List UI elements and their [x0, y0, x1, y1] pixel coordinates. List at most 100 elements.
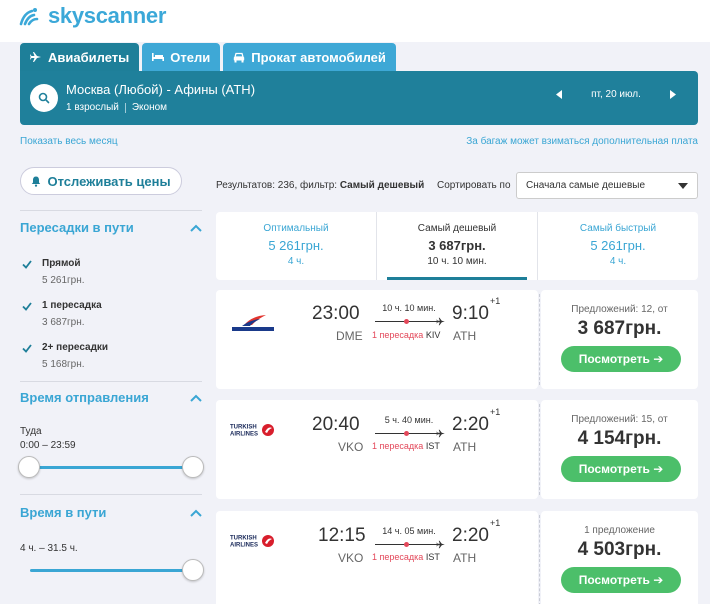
- stops-filter-title: Пересадки в пути: [20, 220, 134, 235]
- departure-time-filter-title: Время отправления: [20, 390, 149, 405]
- tab-flights[interactable]: Авиабилеты: [20, 43, 140, 71]
- previous-date-button[interactable]: [550, 85, 568, 103]
- price-panel: 1 предложение 4 503грн. Посмотреть ➔: [541, 511, 698, 604]
- duration-filter-header[interactable]: Время в пути: [20, 505, 202, 520]
- sort-select[interactable]: Сначала самые дешевые: [516, 172, 698, 199]
- turkish-airlines-logo-icon: TURKISH AIRLINES: [230, 535, 274, 549]
- view-deal-label: Посмотреть: [578, 462, 650, 476]
- departure-slider-track[interactable]: [30, 466, 194, 469]
- flight-result-card[interactable]: TURKISH AIRLINES 20:40 VKO 5 ч. 40 мин. …: [216, 400, 698, 499]
- tab-fastest[interactable]: Самый быстрый 5 261грн. 4 ч.: [537, 212, 698, 280]
- plane-icon: [436, 317, 445, 326]
- sort-tab-title: Оптимальный: [263, 223, 329, 234]
- offer-count: Предложений: 15, от: [571, 414, 668, 425]
- arrival-time: 9:10+1: [452, 296, 500, 325]
- stop-marker: [404, 542, 409, 547]
- search-summary-bar[interactable]: Москва (Любой) - Афины (ATH) 1 взрослый …: [20, 71, 698, 125]
- stops-filter-header[interactable]: Пересадки в пути: [20, 220, 202, 235]
- results-summary: Результатов: 236, фильтр: Самый дешевый: [216, 180, 424, 191]
- baggage-fee-link[interactable]: За багаж может взиматься дополнительная …: [466, 136, 698, 147]
- flight-result-card[interactable]: 23:00 DME 10 ч. 10 мин. 1 пересадка KIV …: [216, 290, 698, 389]
- offer-count: Предложений: 12, от: [571, 304, 668, 315]
- search-details: 1 взрослый Эконом: [66, 102, 167, 113]
- flight-result-card[interactable]: TURKISH AIRLINES 12:15 VKO 14 ч. 05 мин.…: [216, 511, 698, 604]
- stop-count: 1 пересадка: [372, 552, 424, 562]
- flight-itinerary[interactable]: 23:00 DME 10 ч. 10 мин. 1 пересадка KIV …: [216, 290, 538, 389]
- tab-best[interactable]: Оптимальный 5 261грн. 4 ч.: [216, 212, 376, 280]
- stop-info: 1 пересадка IST: [372, 552, 440, 562]
- tab-car-rental[interactable]: Прокат автомобилей: [223, 43, 396, 71]
- departure-time: 20:40: [312, 414, 360, 435]
- departure-time-filter-header[interactable]: Время отправления: [20, 390, 202, 405]
- stop-filter-label: Прямой: [42, 258, 81, 269]
- turkish-airlines-logo: TURKISH AIRLINES: [230, 422, 276, 443]
- arrival-time: 2:20+1: [452, 518, 500, 547]
- duration-slider-max-handle[interactable]: [182, 559, 204, 581]
- day-offset: +1: [489, 406, 501, 417]
- section-divider: [20, 210, 202, 211]
- stop-airport: IST: [425, 552, 440, 562]
- chevron-up-icon: [190, 509, 202, 517]
- stop-marker: [404, 431, 409, 436]
- flight-itinerary[interactable]: TURKISH AIRLINES 12:15 VKO 14 ч. 05 мин.…: [216, 511, 538, 604]
- caret-down-icon: [678, 183, 688, 189]
- sort-tab-price: 3 687грн.: [428, 238, 486, 253]
- departure-slider-min-handle[interactable]: [18, 456, 40, 478]
- flight-price: 3 687грн.: [577, 318, 662, 339]
- track-prices-button[interactable]: Отслеживать цены: [20, 167, 182, 195]
- tab-cheapest[interactable]: Самый дешевый 3 687грн. 10 ч. 10 мин.: [376, 212, 537, 280]
- section-divider: [20, 381, 202, 382]
- plane-icon: [436, 540, 445, 549]
- departure-slider-max-handle[interactable]: [182, 456, 204, 478]
- duration-range: 4 ч. – 31.5 ч.: [20, 543, 78, 554]
- sort-tab-title: Самый быстрый: [579, 223, 657, 234]
- show-whole-month-link[interactable]: Показать весь месяц: [20, 136, 118, 147]
- stop-filter-price: 5 261грн.: [42, 275, 85, 286]
- offer-count: 1 предложение: [584, 525, 655, 536]
- date-navigator: пт, 20 июл.: [550, 85, 682, 103]
- departure-time: 12:15: [318, 525, 366, 546]
- departure-time-range: 0:00 – 23:59: [20, 440, 76, 451]
- bell-icon: [32, 176, 41, 187]
- top-bar: skyscanner: [0, 0, 710, 42]
- product-tabs: Авиабилеты Отели Прокат автомобилей: [20, 43, 399, 71]
- sort-tab-price: 5 261грн.: [590, 238, 646, 253]
- svg-text:AIRLINES: AIRLINES: [230, 543, 258, 549]
- selected-date[interactable]: пт, 20 июл.: [568, 89, 664, 100]
- triangle-right-icon: [670, 89, 676, 99]
- duration-slider-track[interactable]: [30, 569, 192, 572]
- view-deal-label: Посмотреть: [578, 573, 650, 587]
- arrival-time-value: 9:10: [452, 303, 489, 324]
- stop-filter-label: 2+ пересадки: [42, 342, 109, 353]
- results-count: Результатов: 236, фильтр:: [216, 180, 338, 191]
- next-date-button[interactable]: [664, 85, 682, 103]
- cloud-logo-icon: [19, 8, 39, 26]
- sort-tabs: Оптимальный 5 261грн. 4 ч. Самый дешевый…: [216, 212, 698, 280]
- search-button[interactable]: [30, 84, 58, 112]
- checkmark-icon: [22, 344, 32, 353]
- tab-flights-label: Авиабилеты: [48, 49, 130, 65]
- stop-info: 1 пересадка KIV: [372, 330, 440, 340]
- arrow-right-icon: ➔: [653, 573, 664, 587]
- view-deal-button[interactable]: Посмотреть ➔: [561, 456, 681, 482]
- svg-text:TURKISH: TURKISH: [230, 425, 257, 431]
- stop-airport: KIV: [425, 330, 441, 340]
- card-divider: [539, 294, 540, 385]
- stop-count: 1 пересадка: [372, 330, 424, 340]
- search-route: Москва (Любой) - Афины (ATH): [66, 82, 256, 97]
- sort-selected-value: Сначала самые дешевые: [526, 180, 646, 191]
- price-panel: Предложений: 15, от 4 154грн. Посмотреть…: [541, 400, 698, 499]
- tab-hotels[interactable]: Отели: [142, 43, 221, 71]
- departure-time: 23:00: [312, 303, 360, 324]
- arrival-time-value: 2:20: [452, 414, 489, 435]
- price-panel: Предложений: 12, от 3 687грн. Посмотреть…: [541, 290, 698, 389]
- view-deal-button[interactable]: Посмотреть ➔: [561, 567, 681, 593]
- duration-filter-title: Время в пути: [20, 505, 107, 520]
- triangle-left-icon: [556, 89, 562, 99]
- view-deal-button[interactable]: Посмотреть ➔: [561, 346, 681, 372]
- skyscanner-logo[interactable]: skyscanner: [18, 3, 166, 29]
- arrival-airport: ATH: [453, 329, 477, 343]
- flight-itinerary[interactable]: TURKISH AIRLINES 20:40 VKO 5 ч. 40 мин. …: [216, 400, 538, 499]
- checkmark-icon: [22, 260, 32, 269]
- svg-text:TURKISH: TURKISH: [230, 536, 257, 542]
